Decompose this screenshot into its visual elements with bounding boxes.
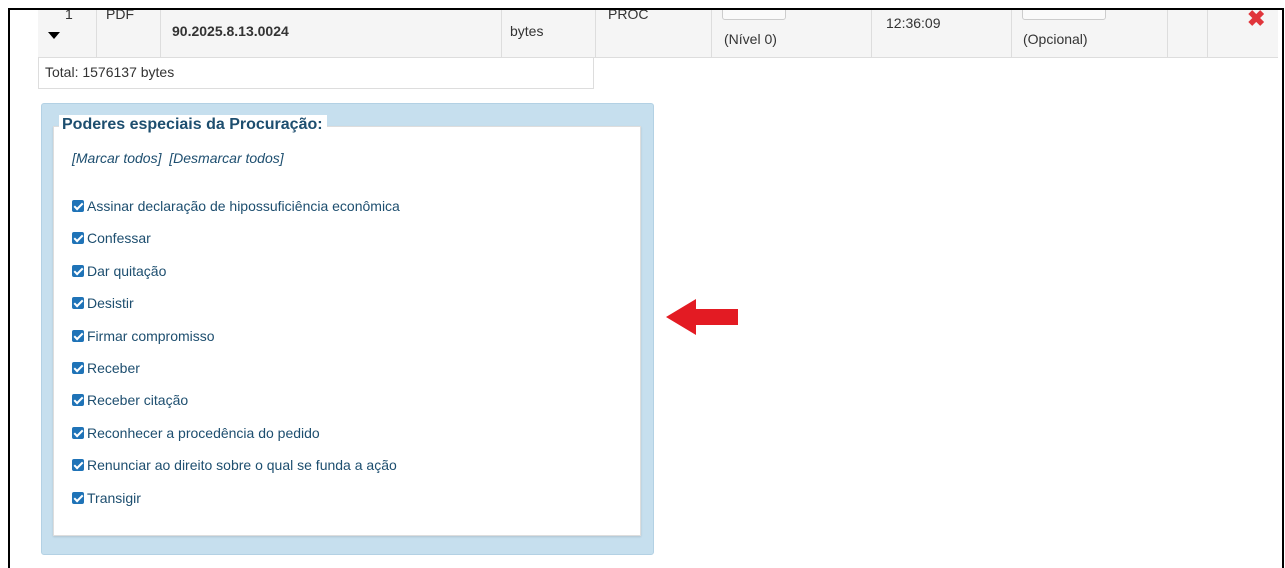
checkbox-checked-icon[interactable] [72,426,84,439]
checkbox-checked-icon[interactable] [72,329,84,342]
checkbox-checked-icon[interactable] [72,394,84,407]
powers-title: Poderes especiais da Procuração: [59,115,327,135]
power-option[interactable]: Firmar compromisso [72,328,400,360]
special-powers-panel: [Marcar todos] [Desmarcar todos] Assinar… [41,103,654,555]
power-option[interactable]: Transigir [72,490,400,522]
page-frame: 1 PDF 90.2025.8.13.0024 bytes PROC (Níve… [8,8,1284,568]
optional-label: (Opcional) [1023,31,1088,47]
power-option[interactable]: Renunciar ao direito sobre o qual se fun… [72,457,400,489]
power-label: Receber citação [87,392,189,409]
unmark-all-link[interactable]: [Desmarcar todos] [169,150,283,166]
caret-down-icon[interactable] [48,32,60,39]
checkbox-checked-icon[interactable] [72,232,84,245]
power-label: Confessar [87,230,151,247]
sequence-number: 1 [65,8,73,22]
power-option[interactable]: Receber citação [72,392,400,424]
power-label: Dar quitação [87,262,167,279]
checkbox-checked-icon[interactable] [72,459,84,472]
power-option[interactable]: Reconhecer a procedência do pedido [72,425,400,457]
document-row: 1 PDF 90.2025.8.13.0024 bytes PROC (Níve… [38,10,1278,58]
power-option[interactable]: Desistir [72,295,400,327]
delete-x-icon[interactable]: ✖ [1247,10,1265,30]
power-label: Desistir [87,295,134,312]
power-label: Firmar compromisso [87,327,215,344]
checkbox-checked-icon[interactable] [72,491,84,504]
power-label: Transigir [87,489,141,506]
checkbox-checked-icon[interactable] [72,361,84,374]
power-option[interactable]: Confessar [72,230,400,262]
power-label: Assinar declaração de hipossuficiência e… [87,198,400,214]
file-type: PDF [106,8,134,22]
level-label: (Nível 0) [724,31,777,47]
document-name: 90.2025.8.13.0024 [172,23,289,39]
total-size: Total: 1576137 bytes [38,57,594,89]
empty-cell [1168,10,1208,57]
special-powers-box: [Marcar todos] [Desmarcar todos] Assinar… [53,126,641,536]
powers-list: Assinar declaração de hipossuficiência e… [72,198,400,522]
checkbox-checked-icon[interactable] [72,200,84,212]
mark-all-link[interactable]: [Marcar todos] [72,150,161,166]
power-option[interactable]: Receber [72,360,400,392]
document-kind: PROC [608,8,649,22]
power-label: Reconhecer a procedência do pedido [87,424,320,441]
level-select[interactable] [722,10,786,20]
size-label: bytes [510,23,544,39]
optional-select[interactable] [1022,10,1106,20]
expand-cell: 1 [38,10,97,57]
power-option[interactable]: Dar quitação [72,263,400,295]
checkbox-checked-icon[interactable] [72,297,84,310]
red-left-arrow-icon [666,299,738,335]
power-option[interactable]: Assinar declaração de hipossuficiência e… [72,198,400,230]
power-label: Renunciar ao direito sobre o qual se fun… [87,457,397,474]
power-label: Receber [87,359,140,376]
checkbox-checked-icon[interactable] [72,264,84,277]
mark-links: [Marcar todos] [Desmarcar todos] [72,150,284,166]
time-label: 12:36:09 [886,15,941,31]
